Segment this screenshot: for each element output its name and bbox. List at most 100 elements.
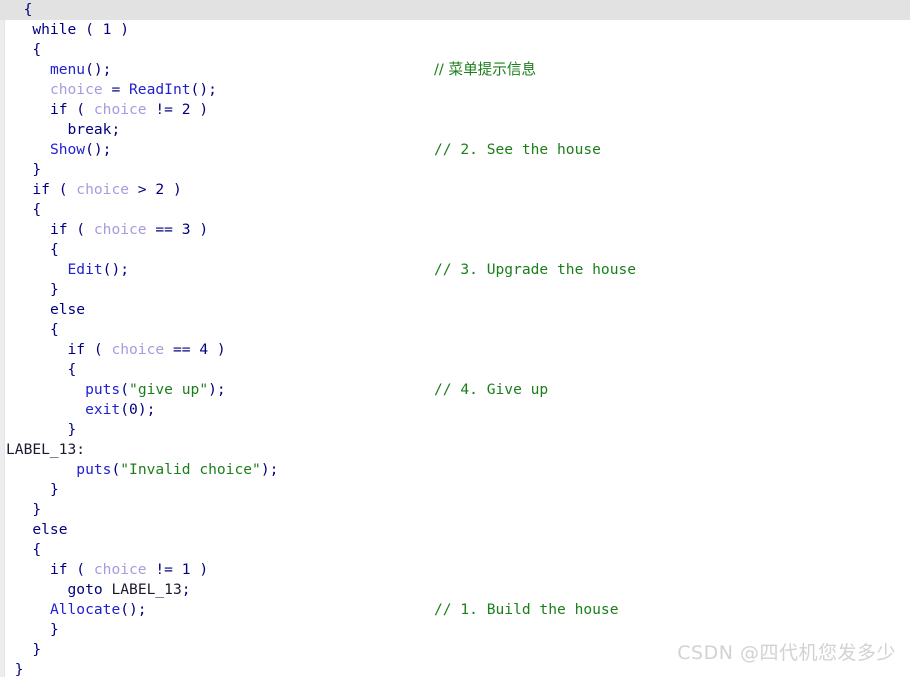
code-line[interactable]: { — [0, 240, 910, 260]
token-punct: ); — [260, 461, 279, 478]
code-line-text: choice = ReadInt(); — [6, 80, 217, 100]
token-punct: ; — [111, 121, 121, 138]
code-line[interactable]: while ( 1 ) — [0, 20, 910, 40]
token-punct: ( — [67, 221, 94, 238]
code-line-text: { — [6, 540, 41, 560]
token-var: choice — [93, 221, 147, 238]
token-punct: ( — [85, 341, 112, 358]
code-line[interactable]: else — [0, 300, 910, 320]
token-punct: ( — [120, 381, 130, 398]
code-line-text: LABEL_13: — [6, 440, 85, 460]
code-line[interactable]: else — [0, 520, 910, 540]
token-punct: == — [164, 341, 200, 358]
code-line-text: else — [6, 520, 67, 540]
code-line[interactable]: puts("give up"); // 4. Give up — [0, 380, 910, 400]
token-brace: } — [32, 641, 42, 658]
code-line[interactable]: if ( choice != 1 ) — [0, 560, 910, 580]
code-line[interactable]: } — [0, 480, 910, 500]
token-keyword: if — [49, 101, 68, 118]
token-punct: ( — [111, 461, 121, 478]
code-line-text: { — [6, 360, 77, 380]
code-comment: // 2. See the house — [434, 141, 601, 158]
code-line[interactable]: { — [0, 0, 910, 20]
token-brace: { — [49, 321, 59, 338]
code-line[interactable]: if ( choice != 2 ) — [0, 100, 910, 120]
token-number: 2 — [181, 101, 191, 118]
token-punct: == — [146, 221, 182, 238]
token-punct: (); — [190, 81, 217, 98]
code-line[interactable]: menu(); // 菜单提示信息 — [0, 60, 910, 80]
code-line-text: puts("Invalid choice"); — [6, 460, 278, 480]
code-line[interactable]: } — [0, 280, 910, 300]
token-punct: ( — [67, 561, 94, 578]
code-line[interactable]: goto LABEL_13; — [0, 580, 910, 600]
code-line[interactable]: } — [0, 420, 910, 440]
token-brace: } — [49, 481, 59, 498]
token-punct: != — [146, 101, 182, 118]
code-line[interactable]: { — [0, 320, 910, 340]
code-line[interactable]: } — [0, 620, 910, 640]
token-var: choice — [111, 341, 165, 358]
token-func: Show — [49, 141, 86, 158]
token-func: Allocate — [49, 601, 121, 618]
code-line[interactable]: if ( choice > 2 ) — [0, 180, 910, 200]
code-line[interactable]: } — [0, 500, 910, 520]
token-brace: } — [49, 621, 59, 638]
code-line[interactable]: Edit(); // 3. Upgrade the house — [0, 260, 910, 280]
token-brace: } — [49, 281, 59, 298]
code-line-text: { — [6, 0, 33, 20]
token-keyword: if — [49, 221, 68, 238]
token-keyword: while — [32, 21, 77, 38]
code-line[interactable]: { — [0, 540, 910, 560]
code-line[interactable]: { — [0, 200, 910, 220]
code-line[interactable]: } — [0, 160, 910, 180]
code-line-text: { — [6, 200, 41, 220]
token-keyword: break — [67, 121, 112, 138]
code-line-text: if ( choice != 2 ) — [6, 100, 208, 120]
token-var: choice — [93, 101, 147, 118]
code-line[interactable]: if ( choice == 4 ) — [0, 340, 910, 360]
code-line[interactable]: choice = ReadInt(); — [0, 80, 910, 100]
token-keyword: if — [49, 561, 68, 578]
token-punct: ); — [137, 401, 156, 418]
code-line-text: menu(); — [6, 60, 112, 80]
code-line[interactable]: Allocate(); // 1. Build the house — [0, 600, 910, 620]
code-line[interactable]: LABEL_13: — [0, 440, 910, 460]
token-string: "give up" — [129, 381, 209, 398]
token-keyword: if — [67, 341, 86, 358]
code-line[interactable]: if ( choice == 3 ) — [0, 220, 910, 240]
code-line[interactable]: puts("Invalid choice"); — [0, 460, 910, 480]
code-line-text: } — [6, 420, 77, 440]
code-line[interactable]: break; — [0, 120, 910, 140]
token-var: choice — [76, 181, 130, 198]
token-var: choice — [93, 561, 147, 578]
code-listing[interactable]: { while ( 1 ) { menu();// 菜单提示信息 choice … — [0, 0, 910, 677]
code-line[interactable]: exit(0); — [0, 400, 910, 420]
token-brace: { — [32, 541, 42, 558]
token-punct: > — [129, 181, 156, 198]
code-line[interactable]: { — [0, 40, 910, 60]
code-line[interactable]: Show(); // 2. See the house — [0, 140, 910, 160]
code-line[interactable]: { — [0, 360, 910, 380]
token-func: exit — [85, 401, 121, 418]
token-brace: { — [32, 201, 42, 218]
code-line-text: Allocate(); — [6, 600, 147, 620]
code-line-text: goto LABEL_13; — [6, 580, 191, 600]
